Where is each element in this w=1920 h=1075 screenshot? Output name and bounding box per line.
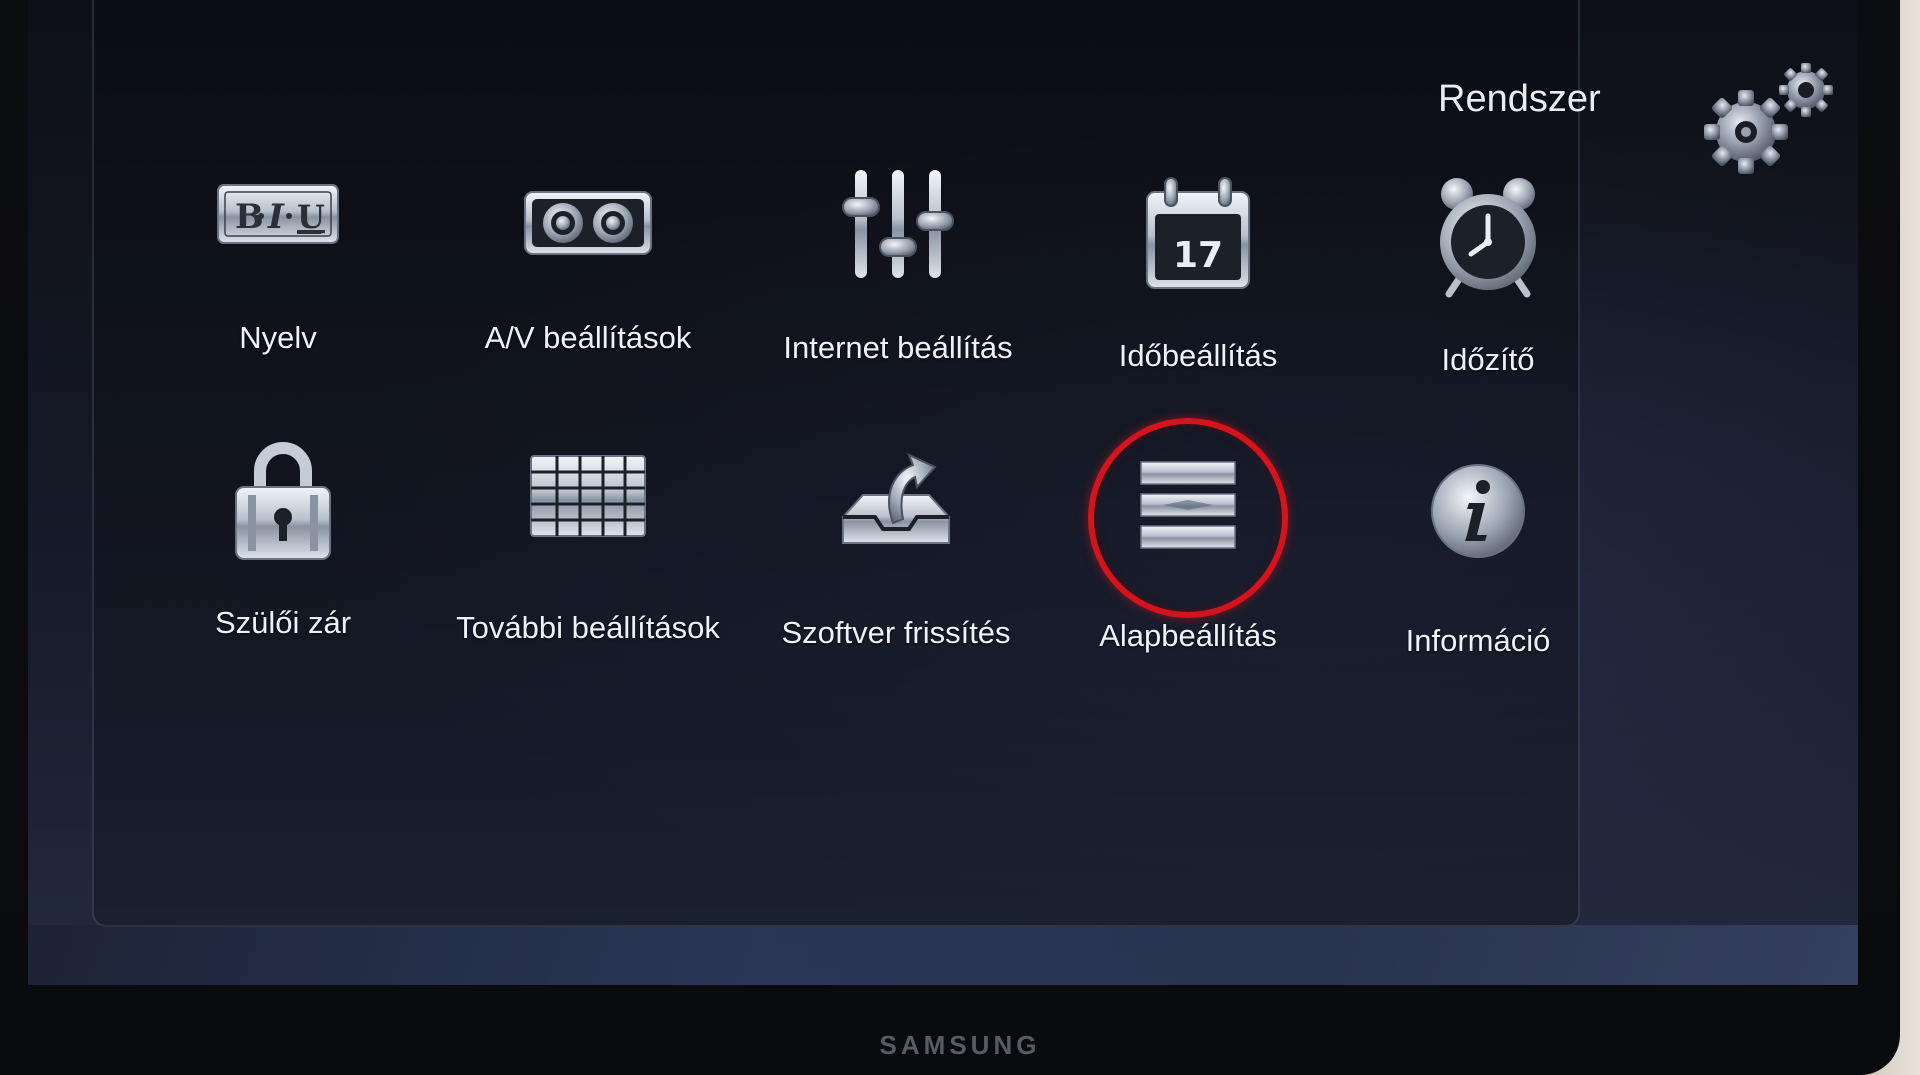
menu-item-szoftver-frissites[interactable]: Szoftver frissítés (746, 445, 1046, 685)
svg-text:I: I (267, 197, 285, 237)
language-biu-icon: B I U (217, 184, 339, 244)
menu-item-idozito[interactable]: Időzítő (1338, 172, 1638, 412)
padlock-icon (235, 442, 331, 560)
sliders-icon (842, 170, 954, 278)
info-icon (1431, 464, 1525, 558)
calendar-day-text: 17 (1173, 235, 1223, 276)
menu-item-label: Időzítő (1441, 342, 1535, 377)
gears-icon (1704, 63, 1833, 174)
menu-item-label: Időbeállítás (1118, 338, 1278, 373)
factory-reset-bars-icon (1140, 461, 1236, 549)
menu-item-alapbeallitas[interactable]: Alapbeállítás (1038, 418, 1338, 688)
menu-item-label: Internet beállítás (783, 330, 1013, 365)
menu-item-szuloi-zar[interactable]: Szülői zár (133, 435, 433, 675)
menu-item-informacio[interactable]: Információ (1328, 453, 1628, 693)
tv-brand-logo: SAMSUNG (879, 1030, 1041, 1060)
menu-item-label: További beállítások (456, 610, 720, 645)
menu-item-label: Nyelv (239, 320, 317, 355)
menu-item-av-beallitasok[interactable]: A/V beállítások (438, 150, 738, 390)
software-update-tray-icon (842, 453, 950, 544)
menu-item-internet-beallitas[interactable]: Internet beállítás (748, 160, 1048, 400)
av-speaker-icon (524, 191, 652, 255)
menu-item-label: A/V beállítások (484, 320, 692, 355)
svg-text:U: U (297, 198, 325, 236)
menu-item-label: Információ (1405, 623, 1551, 658)
menu-item-idobeallitas[interactable]: 17 Időbeállítás (1048, 168, 1348, 408)
menu-item-label: Alapbeállítás (1099, 618, 1277, 653)
menu-item-nyelv[interactable]: B I U Nyelv (128, 150, 428, 390)
alarm-clock-icon (1440, 178, 1536, 298)
tv-screen: Rendszer B I U Nyelv A/V beállítások Int… (28, 0, 1858, 985)
tv-bezel: Rendszer B I U Nyelv A/V beállítások Int… (0, 0, 1900, 1075)
calendar-icon: 17 (1146, 177, 1250, 289)
menu-item-label: Szülői zár (214, 605, 352, 640)
grid-table-icon (530, 455, 646, 537)
menu-item-tovabbi-beallitasok[interactable]: További beállítások (438, 440, 738, 680)
page-title: Rendszer (1438, 78, 1601, 120)
menu-item-label: Szoftver frissítés (781, 615, 1011, 650)
